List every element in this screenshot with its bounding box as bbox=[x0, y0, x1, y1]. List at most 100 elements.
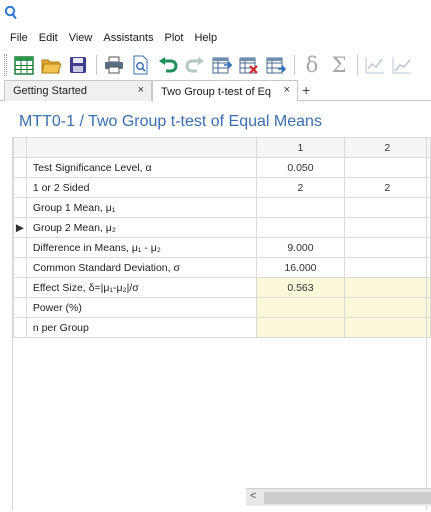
row-label: Test Significance Level, α bbox=[25, 157, 258, 178]
value-cell[interactable] bbox=[256, 217, 345, 238]
sigma-button[interactable]: Σ bbox=[328, 54, 350, 76]
menu-plot[interactable]: Plot bbox=[165, 32, 184, 44]
label-header bbox=[25, 137, 258, 158]
delta-icon: δ bbox=[305, 53, 319, 77]
row-label: Power (%) bbox=[25, 297, 258, 318]
tab-two-group-ttest[interactable]: Two Group t-test of Eq × bbox=[152, 80, 298, 102]
value-cell[interactable]: 0.050 bbox=[256, 157, 345, 178]
corner-cell[interactable] bbox=[13, 137, 27, 158]
area-plot-button[interactable] bbox=[391, 54, 413, 76]
print-preview-icon bbox=[133, 55, 148, 75]
row-label: Difference in Means, μ₁ - μ₂ bbox=[25, 237, 258, 258]
menu-view[interactable]: View bbox=[69, 32, 93, 44]
header-row: 1 2 bbox=[13, 137, 431, 158]
row-label: n per Group bbox=[25, 317, 258, 338]
add-tab-icon[interactable]: + bbox=[302, 82, 310, 98]
print-button[interactable] bbox=[103, 54, 125, 76]
value-cell[interactable] bbox=[343, 197, 431, 218]
redo-icon bbox=[185, 57, 204, 73]
value-cell[interactable] bbox=[343, 157, 431, 178]
scrollbar-thumb[interactable] bbox=[264, 492, 431, 504]
row-indicator[interactable] bbox=[13, 297, 27, 318]
fill-rows-icon bbox=[266, 57, 286, 73]
computed-cell[interactable]: 0.563 bbox=[256, 277, 345, 298]
row-indicator[interactable] bbox=[13, 197, 27, 218]
redo-button[interactable] bbox=[184, 54, 206, 76]
open-button[interactable] bbox=[40, 54, 62, 76]
row-label: Effect Size, δ=|μ₁-μ₂|/σ bbox=[25, 277, 258, 298]
row-label: Group 1 Mean, μ₁ bbox=[25, 197, 258, 218]
column-header[interactable]: 2 bbox=[343, 137, 431, 158]
row-indicator[interactable] bbox=[13, 257, 27, 278]
row-indicator[interactable] bbox=[13, 177, 27, 198]
toolbar-separator bbox=[294, 55, 295, 75]
close-tab-icon[interactable]: × bbox=[284, 84, 290, 96]
app-window: File Edit View Assistants Plot Help δ Σ … bbox=[0, 0, 431, 512]
table-row: Power (%) bbox=[13, 297, 431, 318]
folder-open-icon bbox=[40, 59, 62, 73]
table-row: 1 or 2 Sided 2 2 bbox=[13, 177, 431, 198]
printer-icon bbox=[105, 56, 123, 74]
table-row: Difference in Means, μ₁ - μ₂ 9.000 bbox=[13, 237, 431, 258]
value-cell[interactable] bbox=[256, 197, 345, 218]
fill-rows-button[interactable] bbox=[265, 54, 287, 76]
computed-cell[interactable] bbox=[343, 277, 431, 298]
delete-rows-button[interactable] bbox=[238, 54, 260, 76]
sigma-icon: Σ bbox=[331, 53, 347, 77]
row-label: Common Standard Deviation, σ bbox=[25, 257, 258, 278]
value-cell[interactable]: 16.000 bbox=[256, 257, 345, 278]
computed-cell[interactable] bbox=[343, 297, 431, 318]
table-row: Group 1 Mean, μ₁ bbox=[13, 197, 431, 218]
value-cell[interactable] bbox=[343, 237, 431, 258]
close-tab-icon[interactable]: × bbox=[138, 84, 144, 96]
value-cell[interactable]: 2 bbox=[343, 177, 431, 198]
table-row: Test Significance Level, α 0.050 bbox=[13, 157, 431, 178]
input-grid: 1 2 Test Significance Level, α 0.050 1 o… bbox=[12, 137, 431, 510]
grid-right-border bbox=[426, 137, 427, 510]
table-row: ▶ Group 2 Mean, μ₂ bbox=[13, 217, 431, 238]
value-cell[interactable]: 2 bbox=[256, 177, 345, 198]
row-indicator[interactable] bbox=[13, 277, 27, 298]
insert-rows-button[interactable] bbox=[211, 54, 233, 76]
print-preview-button[interactable] bbox=[130, 54, 152, 76]
parameter-table: 1 2 Test Significance Level, α 0.050 1 o… bbox=[13, 137, 431, 338]
scroll-left-icon[interactable]: < bbox=[250, 490, 256, 502]
document-tabs: Getting Started × Two Group t-test of Eq… bbox=[0, 80, 431, 102]
title-bar bbox=[0, 0, 431, 26]
current-row-indicator-icon[interactable]: ▶ bbox=[13, 217, 27, 238]
toolbar: δ Σ bbox=[0, 50, 431, 80]
tab-getting-started[interactable]: Getting Started × bbox=[4, 80, 152, 101]
horizontal-scrollbar[interactable]: < bbox=[246, 488, 431, 506]
save-button[interactable] bbox=[67, 54, 89, 76]
row-indicator[interactable] bbox=[13, 237, 27, 258]
new-table-button[interactable] bbox=[13, 54, 35, 76]
new-table-icon bbox=[14, 55, 34, 75]
value-cell[interactable] bbox=[343, 217, 431, 238]
menu-assistants[interactable]: Assistants bbox=[103, 32, 153, 44]
delta-button[interactable]: δ bbox=[301, 54, 323, 76]
menu-file[interactable]: File bbox=[10, 32, 28, 44]
toolbar-grip[interactable] bbox=[4, 54, 7, 76]
row-label: Group 2 Mean, μ₂ bbox=[25, 217, 258, 238]
menu-bar: File Edit View Assistants Plot Help bbox=[0, 29, 228, 47]
delete-rows-icon bbox=[239, 57, 258, 74]
document-title: MTT0-1 / Two Group t-test of Equal Means bbox=[19, 113, 322, 130]
table-row: n per Group bbox=[13, 317, 431, 338]
value-cell[interactable] bbox=[343, 257, 431, 278]
tab-label: Getting Started bbox=[13, 85, 87, 97]
line-chart-icon bbox=[365, 57, 384, 74]
menu-help[interactable]: Help bbox=[194, 32, 217, 44]
table-row: Effect Size, δ=|μ₁-μ₂|/σ 0.563 bbox=[13, 277, 431, 298]
computed-cell[interactable] bbox=[256, 297, 345, 318]
row-indicator[interactable] bbox=[13, 157, 27, 178]
line-plot-button[interactable] bbox=[364, 54, 386, 76]
toolbar-separator bbox=[357, 55, 358, 75]
undo-button[interactable] bbox=[157, 54, 179, 76]
value-cell[interactable]: 9.000 bbox=[256, 237, 345, 258]
row-label: 1 or 2 Sided bbox=[25, 177, 258, 198]
menu-edit[interactable]: Edit bbox=[39, 32, 58, 44]
computed-cell[interactable] bbox=[256, 317, 345, 338]
column-header[interactable]: 1 bbox=[256, 137, 345, 158]
computed-cell[interactable] bbox=[343, 317, 431, 338]
row-indicator[interactable] bbox=[13, 317, 27, 338]
